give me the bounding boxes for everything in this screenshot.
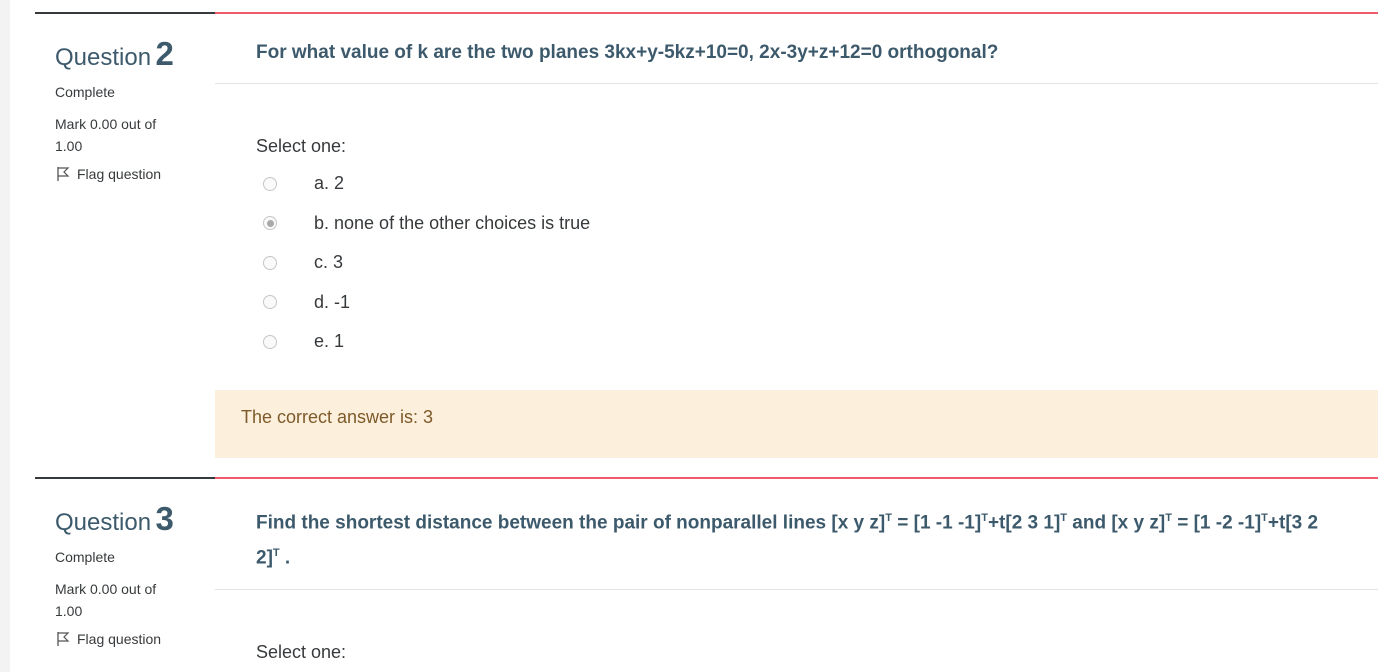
transpose-mark: T [1261,512,1268,524]
radio-button-c[interactable] [263,255,277,270]
answer-option-a[interactable]: a. 2 [263,164,1378,204]
question-word: Question [55,509,152,536]
question-content: Find the shortest distance between the p… [215,477,1378,666]
transpose-mark: T [272,547,280,560]
answer-option-b[interactable]: b. none of the other choices is true [263,204,1378,244]
transpose-mark: T [981,512,988,524]
answer-options: a. 2 b. none of the other choices is tru… [215,164,1378,362]
option-label: a. 2 [314,173,345,194]
text-part: Find the shortest distance between the p… [256,512,886,534]
flag-question-link[interactable]: Flag question [55,166,234,182]
question-text: For what value of k are the two planes 3… [215,14,1378,84]
flag-question-link[interactable]: Flag question [55,631,234,647]
question-state: Complete [55,549,115,565]
question-content: For what value of k are the two planes 3… [215,12,1378,458]
flag-icon [57,632,70,646]
question-grade: Mark 0.00 out of 1.00 [55,581,157,619]
question-info: Question 2 Complete Mark 0.00 out of 1.0… [35,12,234,182]
radio-button-d[interactable] [263,295,277,310]
flag-question-label: Flag question [77,631,162,647]
question-state: Complete [55,84,115,100]
correct-answer-feedback: The correct answer is: 3 [215,390,1378,458]
question-number: Question 2 [55,35,234,75]
radio-button-e[interactable] [263,334,277,349]
transpose-mark: T [1165,512,1172,524]
option-label: b. none of the other choices is true [314,212,591,233]
question-text: Find the shortest distance between the p… [215,479,1378,590]
option-label: e. 1 [314,331,345,352]
radio-button-a[interactable] [263,176,277,191]
answer-option-c[interactable]: c. 3 [263,243,1378,283]
question-number-value: 2 [155,35,174,72]
transpose-mark: T [885,512,892,524]
option-label: d. -1 [314,291,351,312]
text-part: = [1 -2 -1] [1171,512,1262,534]
question-number-value: 3 [155,500,174,537]
flag-question-label: Flag question [77,166,162,182]
transpose-mark: T [1060,512,1068,524]
text-part: = [1 -1 -1] [891,512,982,534]
select-one-prompt: Select one: [256,642,347,662]
question-number: Question 3 [55,500,234,540]
text-part: +t[2 3 1] [987,512,1061,534]
text-part: . [279,547,291,569]
option-label: c. 3 [314,252,344,273]
answer-option-d[interactable]: d. -1 [263,283,1378,323]
radio-button-b[interactable] [263,216,277,231]
question-info: Question 3 Complete Mark 0.00 out of 1.0… [35,477,234,647]
question-word: Question [55,44,152,71]
page-left-strip [0,0,10,672]
text-part: and [x y z] [1067,512,1166,534]
answer-option-e[interactable]: e. 1 [263,322,1378,362]
flag-icon [57,167,70,181]
select-one-prompt: Select one: [256,136,347,156]
question-grade: Mark 0.00 out of 1.00 [55,116,157,154]
